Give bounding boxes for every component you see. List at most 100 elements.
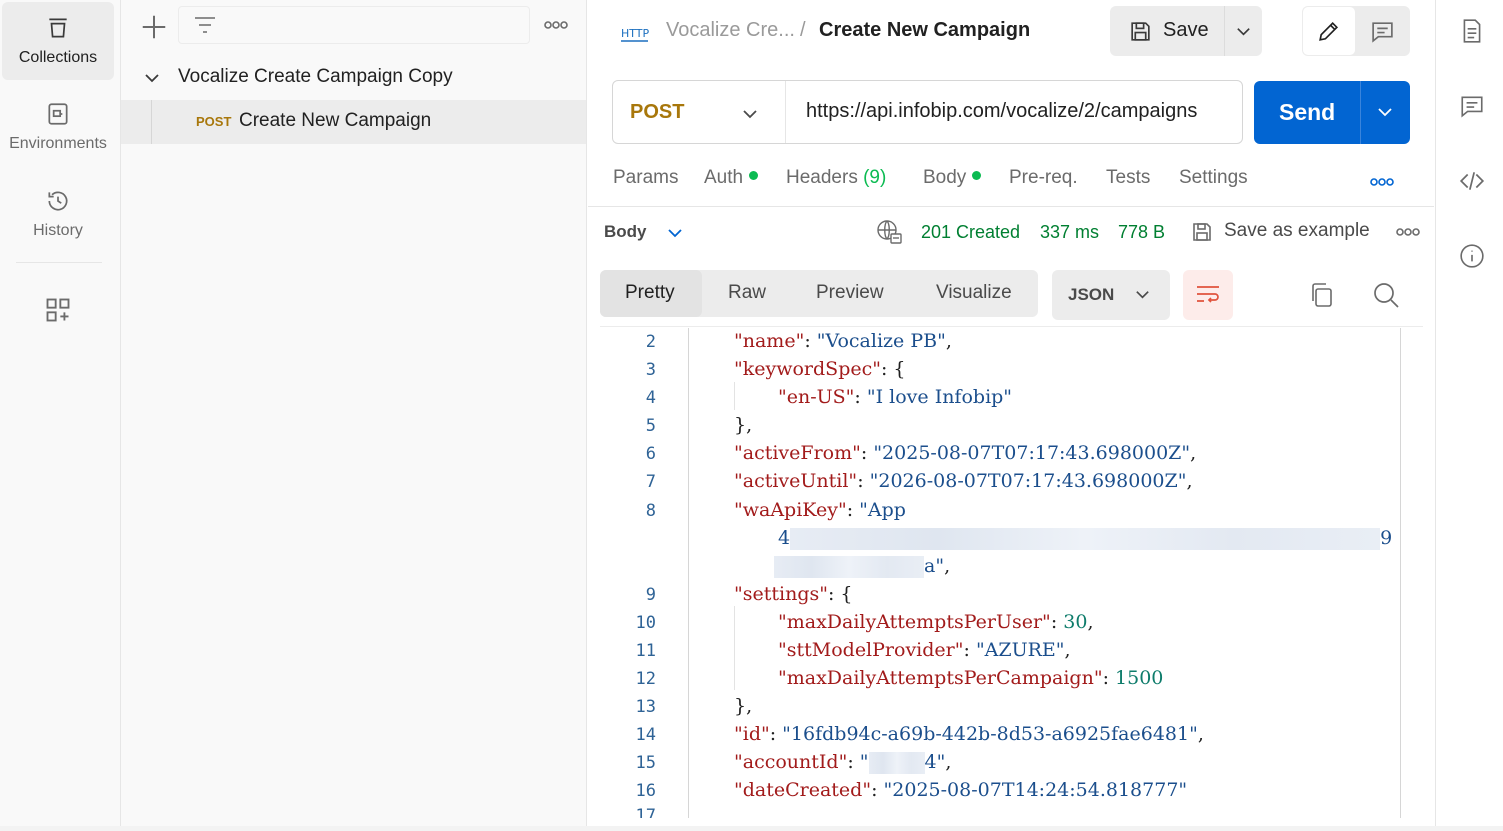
chevron-down-icon[interactable]: [741, 105, 759, 123]
code-icon[interactable]: [1459, 168, 1485, 194]
edit-mode-button[interactable]: [1303, 7, 1355, 55]
json-value: "2026-08-07T07:17:43.698000Z": [869, 470, 1187, 492]
json-key: "name": [734, 330, 805, 352]
json-value: "2025-08-07T14:24:54.818777": [883, 779, 1188, 801]
json-value: 4": [924, 751, 946, 773]
save-label: Save: [1163, 19, 1209, 41]
new-button[interactable]: [139, 12, 169, 42]
chevron-down-icon[interactable]: [143, 69, 161, 87]
view-preview[interactable]: Preview: [816, 282, 884, 304]
send-button[interactable]: Send: [1254, 81, 1410, 144]
save-options-button[interactable]: [1224, 6, 1262, 56]
json-value: "App: [859, 499, 906, 521]
json-key: "keywordSpec": [734, 358, 881, 380]
request-name: Create New Campaign: [239, 110, 432, 131]
view-visualize[interactable]: Visualize: [936, 282, 1012, 304]
format-select[interactable]: JSON: [1052, 270, 1170, 320]
json-number: 1500: [1115, 667, 1164, 689]
editor-top-border: [600, 326, 1423, 327]
request-panel: HTTP Vocalize Cre... / Create New Campai…: [588, 0, 1434, 831]
rail-environments-label: Environments: [9, 135, 107, 152]
grid-plus-icon: [46, 298, 70, 322]
rail-history[interactable]: History: [2, 175, 114, 253]
json-key: "en-US": [778, 386, 855, 408]
line-number: 8: [645, 501, 656, 521]
tab-auth[interactable]: Auth: [704, 167, 759, 189]
status-dot: [749, 171, 759, 181]
indent-guide: [734, 382, 735, 410]
sidebar-filter[interactable]: [178, 6, 530, 44]
json-key: "accountId": [734, 751, 848, 773]
wrap-lines-button[interactable]: [1183, 270, 1233, 320]
more-icon[interactable]: [1396, 226, 1420, 238]
view-raw[interactable]: Raw: [728, 282, 766, 304]
indent-guide: [734, 606, 735, 690]
tab-params[interactable]: Params: [613, 167, 678, 189]
save-button[interactable]: Save: [1110, 6, 1222, 56]
json-value: "Vocalize PB": [816, 330, 946, 352]
rail-collections[interactable]: Collections: [2, 2, 114, 80]
rail-configure[interactable]: [44, 296, 72, 324]
more-icon[interactable]: [1370, 176, 1394, 188]
response-size[interactable]: 778 B: [1118, 222, 1165, 243]
save-as-example-button[interactable]: Save as example: [1224, 220, 1370, 242]
response-code-editor[interactable]: 2 3 4 5 6 7 8 9 10 11 12 13 14 15 16 17 …: [588, 328, 1434, 818]
json-key: "dateCreated": [734, 779, 872, 801]
collection-item[interactable]: Vocalize Create Campaign Copy: [121, 55, 586, 99]
tab-settings[interactable]: Settings: [1179, 167, 1248, 189]
line-number: 4: [645, 388, 656, 408]
line-number: 3: [645, 360, 656, 380]
rail-environments[interactable]: Environments: [2, 88, 114, 166]
breadcrumb-parent[interactable]: Vocalize Cre...: [666, 19, 795, 42]
sidebar-more-button[interactable]: [543, 15, 569, 35]
tab-headers[interactable]: Headers (9): [786, 167, 886, 189]
copy-icon[interactable]: [1309, 281, 1335, 309]
tab-tests[interactable]: Tests: [1106, 167, 1150, 189]
comment-icon: [1372, 22, 1393, 43]
json-value: a": [924, 555, 945, 577]
network-globe-icon[interactable]: [875, 218, 903, 246]
json-value: 9: [1380, 527, 1393, 549]
json-value: "I love Infobip": [866, 386, 1013, 408]
tab-body[interactable]: Body: [923, 167, 982, 189]
code-line: "id": "16fdb94c-a69b-442b-8d53-a6925fae6…: [734, 723, 1204, 745]
request-title[interactable]: Create New Campaign: [819, 19, 1030, 42]
response-body-label[interactable]: Body: [604, 222, 647, 242]
info-icon[interactable]: [1459, 243, 1485, 269]
line-number: 15: [635, 753, 656, 773]
filter-icon: [195, 17, 215, 33]
json-number: 30: [1063, 611, 1088, 633]
headers-count: (9): [863, 167, 887, 188]
line-number: 11: [635, 641, 656, 661]
line-number: 10: [635, 613, 656, 633]
view-pretty[interactable]: Pretty: [600, 270, 702, 317]
chevron-down-icon[interactable]: [1376, 103, 1394, 121]
comment-icon[interactable]: [1459, 93, 1485, 119]
line-number: 7: [645, 472, 656, 492]
chevron-down-icon[interactable]: [666, 224, 684, 242]
method-select[interactable]: POST: [630, 101, 684, 124]
code-line: "activeUntil": "2026-08-07T07:17:43.6980…: [734, 470, 1193, 492]
rail-history-label: History: [33, 222, 83, 239]
documentation-icon[interactable]: [1459, 18, 1485, 44]
environments-icon: [48, 103, 68, 125]
line-number: 5: [645, 416, 656, 436]
format-label: JSON: [1068, 285, 1115, 304]
tree-indent-guide: [151, 100, 152, 144]
rail-collections-label: Collections: [18, 49, 98, 66]
chevron-down-icon: [1136, 291, 1149, 299]
json-value: "2025-08-07T07:17:43.698000Z": [873, 442, 1191, 464]
search-icon[interactable]: [1372, 281, 1400, 309]
status-code[interactable]: 201 Created: [921, 222, 1020, 243]
tab-prereq[interactable]: Pre-req.: [1009, 167, 1078, 189]
response-time[interactable]: 337 ms: [1040, 222, 1099, 243]
view-pretty-label: Pretty: [625, 282, 675, 303]
mode-toggle: [1302, 6, 1410, 56]
status-dot: [972, 171, 982, 181]
redacted-block: [790, 528, 1381, 550]
url-input[interactable]: https://api.infobip.com/vocalize/2/campa…: [806, 100, 1197, 123]
request-item[interactable]: POST Create New Campaign: [121, 100, 586, 144]
comments-mode-button[interactable]: [1357, 7, 1409, 55]
line-number: 6: [645, 444, 656, 464]
pencil-icon: [1319, 21, 1339, 41]
